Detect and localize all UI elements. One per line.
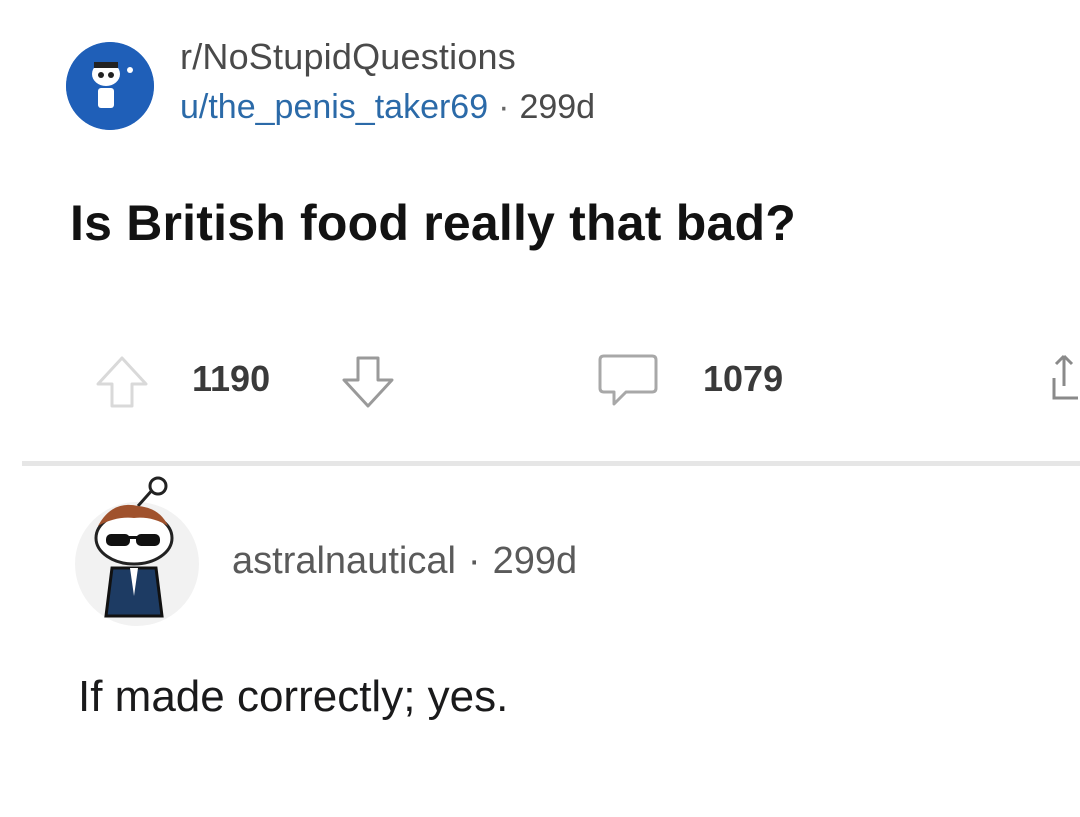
- comment-age: 299d: [492, 540, 578, 582]
- meta-separator: ·: [498, 88, 510, 126]
- comment-author-link[interactable]: astralnautical: [232, 540, 456, 582]
- post-age: 299d: [519, 88, 596, 126]
- post-author-link[interactable]: u/the_penis_taker69: [180, 88, 488, 126]
- share-icon[interactable]: [1050, 352, 1080, 412]
- commenter-avatar[interactable]: [72, 476, 202, 626]
- comment-count: 1079: [703, 358, 784, 399]
- post-meta: u/the_penis_taker69 · 299d: [180, 88, 595, 127]
- post-header: r/NoStupidQuestions u/the_penis_taker69 ·…: [66, 36, 766, 136]
- snoo-sunglasses-avatar-icon: [75, 476, 199, 626]
- subreddit-name[interactable]: r/NoStupidQuestions: [180, 36, 516, 78]
- vote-score: 1190: [192, 358, 271, 399]
- comment-bubble-icon[interactable]: [596, 350, 660, 410]
- snoo-mascot-icon: [66, 42, 154, 130]
- subreddit-avatar[interactable]: [66, 42, 154, 130]
- comment-body: If made correctly; yes.: [78, 672, 509, 721]
- comment-meta: astralnautical · 299d: [232, 540, 577, 583]
- meta-separator: ·: [467, 540, 481, 582]
- section-divider: [22, 461, 1080, 466]
- downvote-arrow-icon[interactable]: [338, 354, 398, 410]
- post-title[interactable]: Is British food really that bad?: [70, 194, 796, 252]
- upvote-arrow-icon[interactable]: [92, 354, 152, 410]
- post-actions-bar: 1190 1079: [0, 344, 1080, 414]
